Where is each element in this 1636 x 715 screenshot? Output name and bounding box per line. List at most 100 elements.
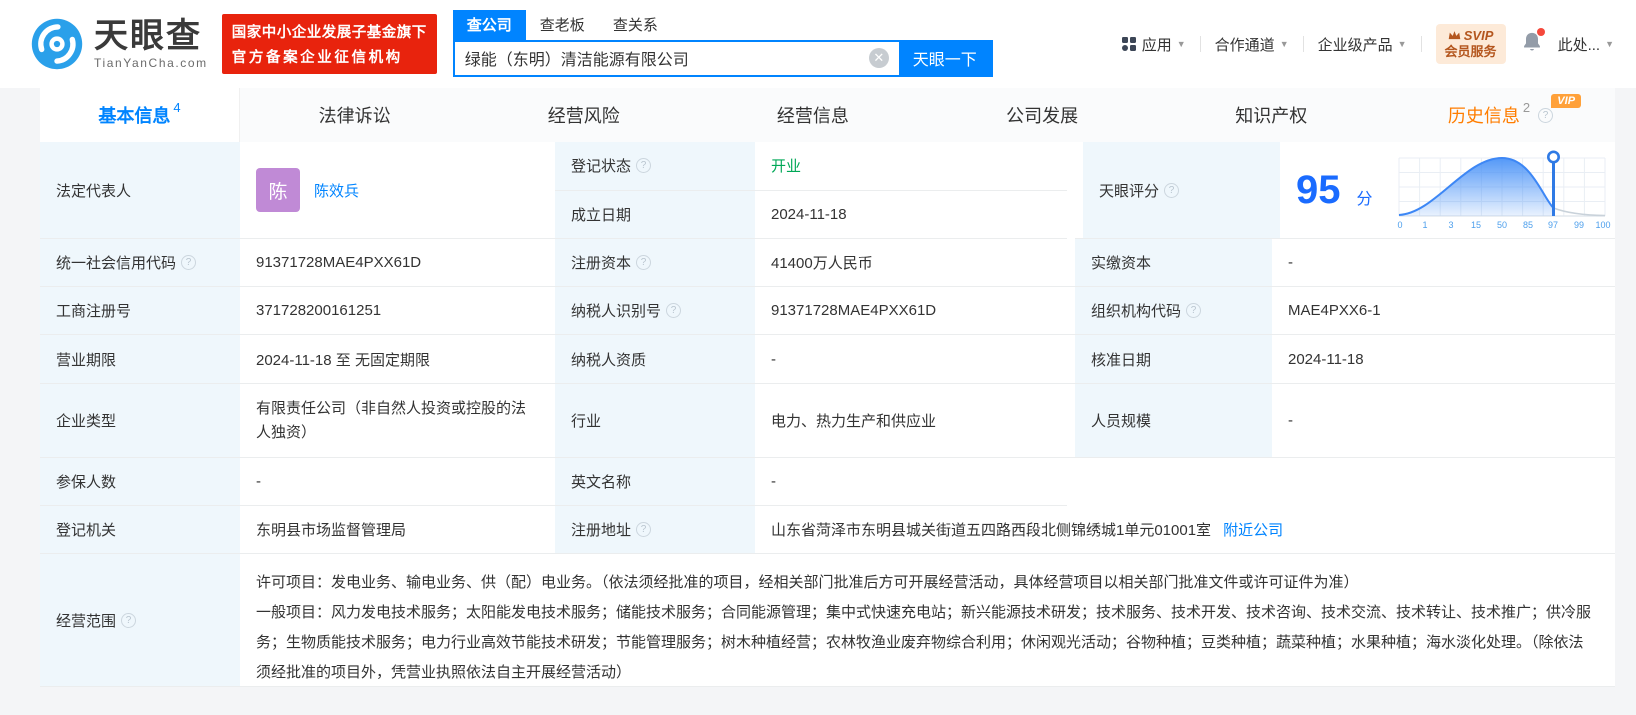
- org-code-value: MAE4PXX6-1: [1272, 287, 1615, 335]
- tab-legal-proceedings[interactable]: 法律诉讼: [240, 88, 469, 142]
- chevron-down-icon: ▼: [1397, 39, 1407, 49]
- org-code-label: 组织机构代码?: [1075, 287, 1272, 335]
- chevron-down-icon: ▼: [1176, 39, 1186, 49]
- site-header: 天眼查 TianYanCha.com 国家中小企业发展子基金旗下 官方备案企业征…: [0, 0, 1636, 88]
- tab-business-risk[interactable]: 经营风险: [469, 88, 698, 142]
- svg-text:1: 1: [1422, 220, 1427, 230]
- help-icon[interactable]: ?: [1164, 182, 1180, 198]
- score-value[interactable]: 95 分 0 1 3 15 50 85 97 99 100: [1280, 142, 1615, 239]
- crown-icon: [1448, 31, 1461, 40]
- help-icon[interactable]: ?: [181, 255, 197, 270]
- taxpayer-quality-value: -: [755, 335, 1067, 384]
- legal-rep-link[interactable]: 陈效兵: [314, 180, 359, 201]
- tab-legal-label: 法律诉讼: [318, 106, 391, 126]
- english-name-value: -: [755, 458, 1067, 506]
- user-name: 此处...: [1557, 36, 1601, 54]
- svg-text:50: 50: [1497, 220, 1507, 230]
- taxpayer-quality-label: 纳税人资质: [555, 335, 755, 384]
- nav-apps[interactable]: 应用 ▼: [1121, 34, 1186, 55]
- taxpayer-id-label: 纳税人识别号?: [555, 287, 755, 335]
- tab-risk-label: 经营风险: [547, 106, 620, 126]
- tab-development-label: 公司发展: [1006, 106, 1079, 126]
- divider: [1302, 36, 1304, 52]
- svip-service-label: 会员服务: [1444, 44, 1497, 59]
- help-icon[interactable]: ?: [121, 612, 137, 628]
- notifications-button[interactable]: [1522, 27, 1545, 58]
- help-icon[interactable]: ?: [636, 158, 652, 174]
- tab-history-label: 历史信息: [1447, 106, 1520, 126]
- table-row: 登记机关 东明县市场监督管理局 注册地址? 山东省菏泽市东明县城关街道五四路西段…: [40, 506, 1615, 554]
- svip-label: SVIP: [1463, 27, 1494, 43]
- approval-date-label: 核准日期: [1075, 335, 1272, 384]
- reg-address-label: 注册地址?: [555, 506, 755, 554]
- svg-text:97: 97: [1548, 220, 1558, 230]
- reg-authority-value: 东明县市场监督管理局: [240, 506, 547, 554]
- help-icon[interactable]: ?: [666, 303, 682, 318]
- help-icon[interactable]: ?: [1538, 107, 1554, 123]
- svip-membership-button[interactable]: SVIP 会员服务: [1435, 23, 1506, 65]
- score-axis-ticks: 0 1 3 15 50 85 97 99 100: [1397, 220, 1610, 230]
- tab-history-info[interactable]: VIP 历史信息 2 ?: [1386, 88, 1615, 142]
- business-scope-value: 许可项目：发电业务、输电业务、供（配）电业务。（依法须经批准的项目，经相关部门批…: [240, 554, 1615, 687]
- svg-text:0: 0: [1397, 220, 1402, 230]
- user-menu[interactable]: 此处... ▼: [1558, 34, 1614, 55]
- staff-size-value: -: [1272, 384, 1615, 458]
- reg-capital-value: 41400万人民币: [755, 239, 1067, 287]
- search-tab-boss[interactable]: 查老板: [526, 10, 599, 40]
- gov-certification-badge: 国家中小企业发展子基金旗下 官方备案企业征信机构: [221, 14, 437, 74]
- nearby-companies-link[interactable]: 附近公司: [1223, 519, 1283, 540]
- tab-ip-label: 知识产权: [1235, 106, 1308, 126]
- chevron-down-icon: ▼: [1605, 39, 1614, 49]
- svg-text:15: 15: [1471, 220, 1481, 230]
- search-input[interactable]: [454, 41, 869, 75]
- help-icon[interactable]: ?: [636, 522, 652, 537]
- help-icon[interactable]: ?: [636, 255, 652, 270]
- company-type-label: 企业类型: [40, 384, 240, 458]
- tab-basic-info[interactable]: 基本信息 4: [40, 88, 240, 142]
- svg-text:3: 3: [1448, 220, 1453, 230]
- legal-rep-value: 陈 陈效兵: [240, 142, 547, 239]
- basic-info-table: 法定代表人 陈 陈效兵 登记状态? 开业 成立日期 2024-11-18 天眼评…: [40, 142, 1615, 687]
- industry-label: 行业: [555, 384, 755, 458]
- est-date-label: 成立日期: [555, 190, 755, 239]
- divider: [1420, 36, 1422, 52]
- table-row: 经营范围? 许可项目：发电业务、输电业务、供（配）电业务。（依法须经批准的项目，…: [40, 554, 1615, 687]
- reg-address-value: 山东省菏泽市东明县城关街道五四路西段北侧锦绣城1单元01001室 附近公司: [755, 506, 1615, 554]
- paid-capital-label: 实缴资本: [1075, 239, 1272, 287]
- gov-badge-line1: 国家中小企业发展子基金旗下: [231, 25, 427, 41]
- nav-enterprise-products[interactable]: 企业级产品 ▼: [1318, 34, 1407, 55]
- search-tabs: 查公司 查老板 查关系: [452, 9, 993, 40]
- tab-basic-info-label: 基本信息: [98, 106, 171, 126]
- brand-domain: TianYanCha.com: [94, 56, 208, 70]
- table-row: 法定代表人 陈 陈效兵 登记状态? 开业 成立日期 2024-11-18 天眼评…: [40, 142, 1615, 239]
- search-tab-relation[interactable]: 查关系: [599, 10, 672, 40]
- help-icon[interactable]: ?: [1186, 303, 1202, 318]
- tab-business-info[interactable]: 经营信息: [698, 88, 927, 142]
- tab-basic-info-count: 4: [173, 100, 181, 115]
- avatar[interactable]: 陈: [256, 168, 300, 212]
- reg-number-label: 工商注册号: [40, 287, 240, 335]
- search-tab-company[interactable]: 查公司: [452, 9, 526, 40]
- taxpayer-id-value: 91371728MAE4PXX61D: [755, 287, 1067, 335]
- reg-capital-label: 注册资本?: [555, 239, 755, 287]
- search-button[interactable]: 天眼一下: [898, 41, 991, 75]
- legal-rep-label: 法定代表人: [40, 142, 240, 239]
- table-row: 企业类型 有限责任公司（非自然人投资或控股的法人独资） 行业 电力、热力生产和供…: [40, 384, 1615, 458]
- vip-badge: VIP: [1551, 94, 1582, 108]
- reg-status-value: 开业: [755, 142, 1067, 191]
- tianyancha-logo[interactable]: 天眼查 TianYanCha.com: [30, 17, 208, 71]
- uscc-value: 91371728MAE4PXX61D: [240, 239, 547, 287]
- tab-bizinfo-label: 经营信息: [776, 106, 849, 126]
- nav-enterprise-label: 企业级产品: [1317, 36, 1393, 54]
- nav-cooperation[interactable]: 合作通道 ▼: [1215, 34, 1289, 55]
- gov-badge-line2: 官方备案企业征信机构: [231, 50, 403, 66]
- tab-company-development[interactable]: 公司发展: [928, 88, 1157, 142]
- empty-cell: [1067, 458, 1615, 506]
- reg-number-value: 371728200161251: [240, 287, 547, 335]
- reg-status-label: 登记状态?: [555, 142, 755, 191]
- section-tabbar: 基本信息 4 法律诉讼 经营风险 经营信息 公司发展 知识产权 VIP 历史信息…: [40, 88, 1615, 142]
- tab-intellectual-property[interactable]: 知识产权: [1157, 88, 1386, 142]
- score-unit: 分: [1356, 191, 1373, 208]
- search-block: 查公司 查老板 查关系 ✕ 天眼一下: [452, 9, 993, 77]
- clear-icon[interactable]: ✕: [868, 48, 889, 68]
